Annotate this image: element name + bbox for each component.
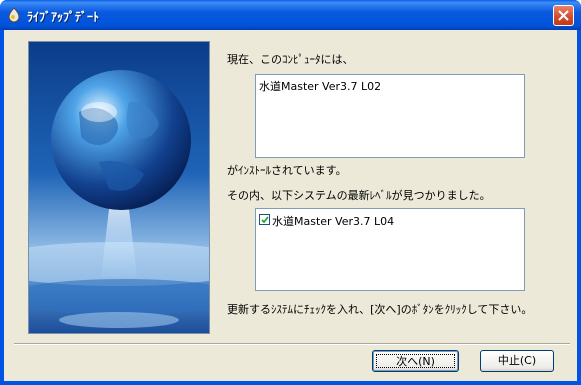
installed-item: 水道Master Ver3.7 L02 [259,80,382,93]
update-item-checkbox[interactable] [259,214,270,225]
checkmark-icon [261,216,269,224]
close-button[interactable] [553,5,574,26]
dialog-body: 現在、このｺﾝﾋﾟｭｰﾀには、 水道Master Ver3.7 L02 がｲﾝｽ… [4,30,577,381]
title-bar[interactable]: ﾗｲﾌﾞｱｯﾌﾟﾃﾞｰﾄ [0,0,581,30]
globe-image [28,41,210,334]
separator [14,343,570,345]
close-icon [558,10,569,21]
cancel-button[interactable]: 中止(C) [480,350,554,372]
live-update-window: ﾗｲﾌﾞｱｯﾌﾟﾃﾞｰﾄ 現在、このｺﾝﾋﾟｭｰﾀには、 水道Master Ve… [0,0,581,385]
instruction-label: 更新するｼｽﾃﾑにﾁｪｯｸを入れ、[次へ]のﾎﾞﾀﾝをｸﾘｯｸして下さい。 [227,303,533,316]
update-list[interactable]: 水道Master Ver3.7 L04 [255,208,525,291]
current-label: 現在、このｺﾝﾋﾟｭｰﾀには、 [227,53,354,66]
update-item-label: 水道Master Ver3.7 L04 [272,215,395,228]
next-button-label: 次へ(N) [376,354,455,368]
app-icon [8,7,20,23]
installed-list[interactable]: 水道Master Ver3.7 L02 [255,74,525,158]
window-title: ﾗｲﾌﾞｱｯﾌﾟﾃﾞｰﾄ [27,10,100,24]
installed-suffix-label: がｲﾝｽﾄｰﾙされています。 [227,164,347,177]
next-button[interactable]: 次へ(N) [372,350,459,372]
found-label: その内、以下システムの最新ﾚﾍﾞﾙが見つかりました。 [227,189,491,202]
